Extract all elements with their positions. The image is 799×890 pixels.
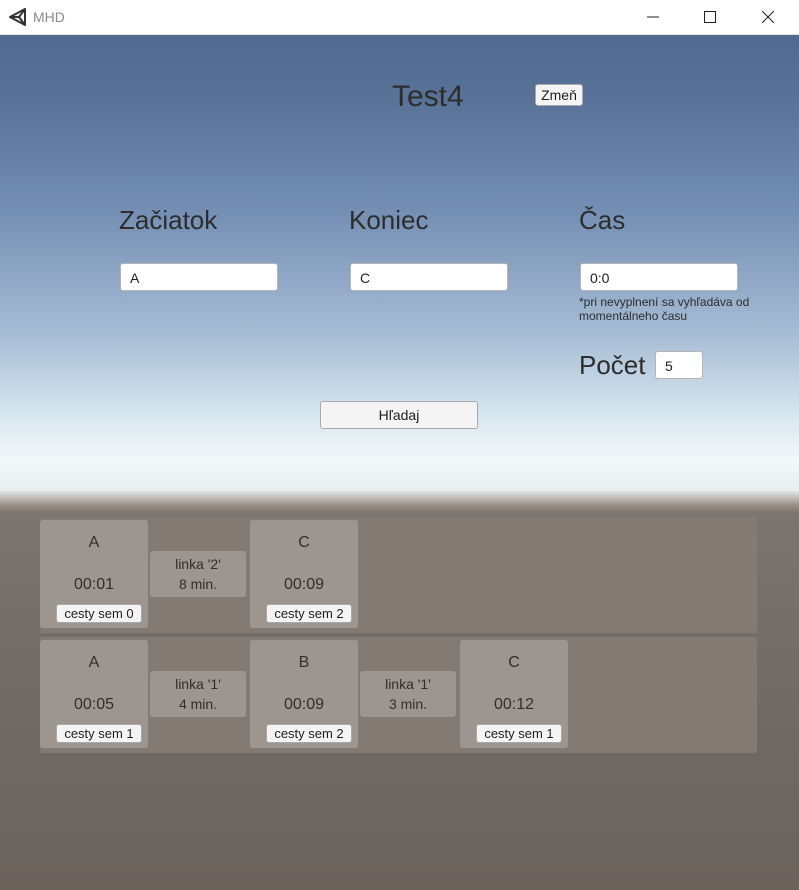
time-label: Čas	[579, 205, 626, 235]
leg-card: linka '1' 3 min.	[360, 671, 456, 717]
time-note: *pri nevyplnení sa vyhľadáva od momentál…	[579, 295, 750, 323]
leg-line: linka '2'	[175, 556, 221, 572]
stop-name: C	[508, 654, 520, 671]
scene-background	[0, 35, 799, 890]
leg-card: linka '1' 4 min.	[150, 671, 246, 717]
leg-duration: 4 min.	[178, 696, 218, 712]
stop-name: A	[88, 654, 100, 671]
start-input[interactable]: A	[120, 263, 278, 291]
page-title: Test4	[392, 80, 464, 113]
stop-card: C 00:09 cesty sem 2	[250, 520, 358, 628]
minimize-button[interactable]	[630, 0, 676, 34]
stop-time: 00:01	[73, 576, 115, 593]
stop-time: 00:05	[73, 696, 115, 713]
count-input[interactable]: 5	[655, 351, 703, 379]
close-icon	[762, 11, 774, 23]
route-row: A 00:05 cesty sem 1 linka '1' 4 min. B 0…	[40, 637, 757, 753]
stop-time: 00:09	[283, 576, 325, 593]
routes-here-button[interactable]: cesty sem 1	[56, 724, 142, 743]
routes-here-button[interactable]: cesty sem 0	[56, 604, 142, 623]
close-button[interactable]	[745, 0, 791, 34]
maximize-icon	[704, 11, 716, 23]
stop-name: B	[298, 654, 310, 671]
minimize-icon	[647, 16, 659, 18]
routes-here-button[interactable]: cesty sem 2	[266, 604, 352, 623]
route-row: A 00:01 cesty sem 0 linka '2' 8 min. C 0…	[40, 517, 757, 633]
title-bar: MHD	[0, 0, 799, 35]
stop-card: C 00:12 cesty sem 1	[460, 640, 568, 748]
start-label: Začiatok	[119, 205, 218, 235]
routes-here-button[interactable]: cesty sem 2	[266, 724, 352, 743]
end-label: Koniec	[349, 205, 429, 235]
stop-name: A	[88, 534, 100, 551]
leg-line: linka '1'	[175, 676, 221, 692]
stop-card: A 00:05 cesty sem 1	[40, 640, 148, 748]
window-title: MHD	[33, 9, 65, 25]
leg-duration: 8 min.	[178, 576, 218, 592]
change-button[interactable]: Zmeň	[535, 84, 583, 106]
stop-card: A 00:01 cesty sem 0	[40, 520, 148, 628]
leg-card: linka '2' 8 min.	[150, 551, 246, 597]
maximize-button[interactable]	[687, 0, 733, 34]
leg-line: linka '1'	[385, 676, 431, 692]
unity-icon	[9, 8, 26, 26]
search-button[interactable]: Hľadaj	[320, 401, 478, 429]
stop-name: C	[298, 534, 310, 551]
count-label: Počet	[579, 350, 646, 380]
stop-card: B 00:09 cesty sem 2	[250, 640, 358, 748]
end-input[interactable]: C	[350, 263, 508, 291]
routes-here-button[interactable]: cesty sem 1	[476, 724, 562, 743]
leg-duration: 3 min.	[388, 696, 428, 712]
time-input[interactable]: 0:0	[580, 263, 738, 291]
stop-time: 00:12	[493, 696, 535, 713]
stop-time: 00:09	[283, 696, 325, 713]
